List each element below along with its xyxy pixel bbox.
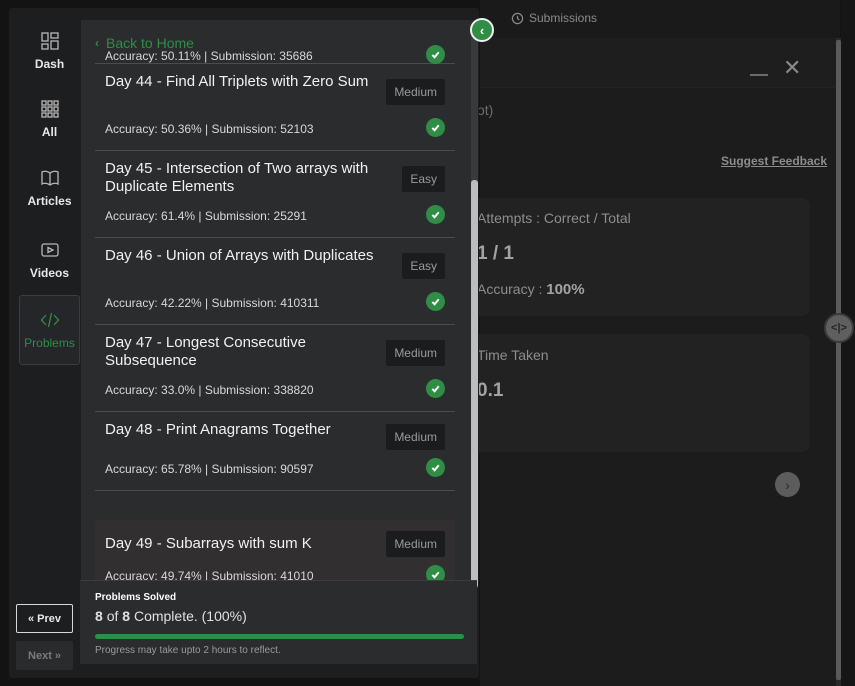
nav-item-label: Articles xyxy=(27,194,72,208)
list-scrollbar-thumb[interactable] xyxy=(471,180,478,588)
check-circle-icon xyxy=(426,565,445,580)
next-label: Next xyxy=(28,649,52,662)
list-item[interactable]: Day 46 - Union of Arrays with Duplicates… xyxy=(95,238,455,325)
problem-title: Day 49 - Subarrays with sum K xyxy=(105,535,312,552)
problem-stats: Accuracy: 65.78% | Submission: 90597 xyxy=(105,462,314,476)
nav-item-label: Problems xyxy=(24,336,75,350)
video-icon xyxy=(40,243,59,257)
problem-title: Day 47 - Longest Consecutive Subsequence xyxy=(105,334,306,369)
accuracy-line: Accuracy : 100% xyxy=(477,281,585,298)
check-circle-icon xyxy=(426,379,445,398)
nav-item-articles[interactable]: Articles xyxy=(19,153,80,223)
list-item[interactable]: Day 49 - Subarrays with sum K Medium Acc… xyxy=(95,520,455,580)
progress-label: Problems Solved xyxy=(95,592,177,603)
problem-title: Day 48 - Print Anagrams Together xyxy=(105,421,331,438)
problem-stats: Accuracy: 42.22% | Submission: 410311 xyxy=(105,296,320,310)
nav-item-all[interactable]: All xyxy=(19,84,80,154)
clock-icon xyxy=(511,12,524,24)
time-card: Time Taken 0.1 xyxy=(470,334,810,452)
progress-bar-fill xyxy=(95,634,464,639)
difficulty-badge: Medium xyxy=(386,424,445,450)
difficulty-badge: Medium xyxy=(386,340,445,366)
prev-label: Prev xyxy=(37,612,61,625)
problem-list-panel: ‹ Back to Home Accuracy: 50.11% | Submis… xyxy=(81,20,478,580)
accuracy-value: 100% xyxy=(546,281,585,298)
total-count: 8 xyxy=(122,608,131,624)
check-circle-icon xyxy=(426,118,445,137)
attempts-card: Attempts : Correct / Total 1 / 1 Accurac… xyxy=(470,198,810,316)
nav-item-label: All xyxy=(41,125,58,139)
page-edge xyxy=(841,0,855,686)
problem-title: Day 45 - Intersection of Two arrays with… xyxy=(105,160,369,195)
chevron-left-icon: ‹ xyxy=(479,22,485,38)
nav-item-videos[interactable]: Videos xyxy=(19,225,80,295)
double-chevron-right-icon: » xyxy=(54,649,61,662)
attempts-label: Attempts : Correct / Total xyxy=(477,210,631,226)
prev-button[interactable]: « Prev xyxy=(16,604,73,633)
time-label: Time Taken xyxy=(477,347,549,363)
difficulty-badge: Medium xyxy=(386,79,445,105)
list-item[interactable]: Day 44 - Find All Triplets with Zero Sum… xyxy=(95,64,455,151)
problem-stats: Accuracy: 61.4% | Submission: 25291 xyxy=(105,209,307,223)
double-chevron-left-icon: « xyxy=(28,612,35,625)
next-button[interactable]: Next » xyxy=(16,641,73,670)
list-item[interactable]: Day 48 - Print Anagrams Together Medium … xyxy=(95,412,455,491)
check-circle-icon xyxy=(426,45,445,64)
difficulty-badge: Easy xyxy=(402,166,445,192)
attempts-value: 1 / 1 xyxy=(477,243,514,264)
difficulty-badge: Medium xyxy=(386,531,445,557)
problem-title: Day 46 - Union of Arrays with Duplicates xyxy=(105,247,374,264)
problem-stats: Accuracy: 49.74% | Submission: 41010 xyxy=(105,569,314,580)
nav-item-problems[interactable]: Problems xyxy=(19,295,80,365)
grid-icon xyxy=(40,100,59,118)
progress-bar xyxy=(95,634,464,639)
list-item[interactable]: Day 45 - Intersection of Two arrays with… xyxy=(95,151,455,238)
solved-count: 8 xyxy=(95,608,103,624)
close-icon[interactable]: ✕ xyxy=(783,57,801,79)
dashboard-icon xyxy=(40,32,59,50)
code-icon xyxy=(40,312,59,328)
time-value: 0.1 xyxy=(477,380,504,401)
check-circle-icon xyxy=(426,458,445,477)
progress-status: Complete. (100%) xyxy=(133,608,247,624)
minimize-icon[interactable] xyxy=(750,60,768,76)
problem-type-fragment: ot) xyxy=(477,102,494,118)
app-root: Submissions ✕ ot) Suggest Feedback Attem… xyxy=(0,0,855,686)
progress-section: Problems Solved 8 of 8 Complete. (100%) … xyxy=(80,580,477,664)
problem-stats: Accuracy: 50.11% | Submission: 35686 xyxy=(105,49,313,63)
submissions-tab-label: Submissions xyxy=(529,11,598,25)
progress-note: Progress may take upto 2 hours to reflec… xyxy=(95,645,281,656)
collapse-sidebar-button[interactable]: ‹ xyxy=(470,18,494,42)
accuracy-label: Accuracy : xyxy=(477,281,543,297)
resize-handle-icon[interactable]: <|> xyxy=(824,313,854,343)
problem-title: Day 44 - Find All Triplets with Zero Sum xyxy=(105,73,369,90)
of-word: of xyxy=(106,608,119,624)
list-item[interactable]: Day 47 - Longest Consecutive Subsequence… xyxy=(95,325,455,412)
course-sidebar: Dash All Articles Videos Problems « Prev xyxy=(9,8,479,678)
list-item-partial[interactable]: Accuracy: 50.11% | Submission: 35686 xyxy=(95,45,455,64)
suggest-feedback-link[interactable]: Suggest Feedback xyxy=(721,154,827,168)
problem-stats: Accuracy: 50.36% | Submission: 52103 xyxy=(105,122,314,136)
submissions-tab[interactable]: Submissions xyxy=(511,11,597,25)
nav-item-dash[interactable]: Dash xyxy=(19,16,80,86)
book-icon xyxy=(40,170,59,186)
side-nav: Dash All Articles Videos Problems « Prev xyxy=(9,8,81,678)
chevron-right-icon[interactable]: › xyxy=(775,472,800,497)
nav-item-label: Dash xyxy=(34,57,65,71)
nav-item-label: Videos xyxy=(29,266,70,280)
progress-text: 8 of 8 Complete. (100%) xyxy=(95,608,247,624)
check-circle-icon xyxy=(426,205,445,224)
check-circle-icon xyxy=(426,292,445,311)
problem-stats: Accuracy: 33.0% | Submission: 338820 xyxy=(105,383,314,397)
difficulty-badge: Easy xyxy=(402,253,445,279)
